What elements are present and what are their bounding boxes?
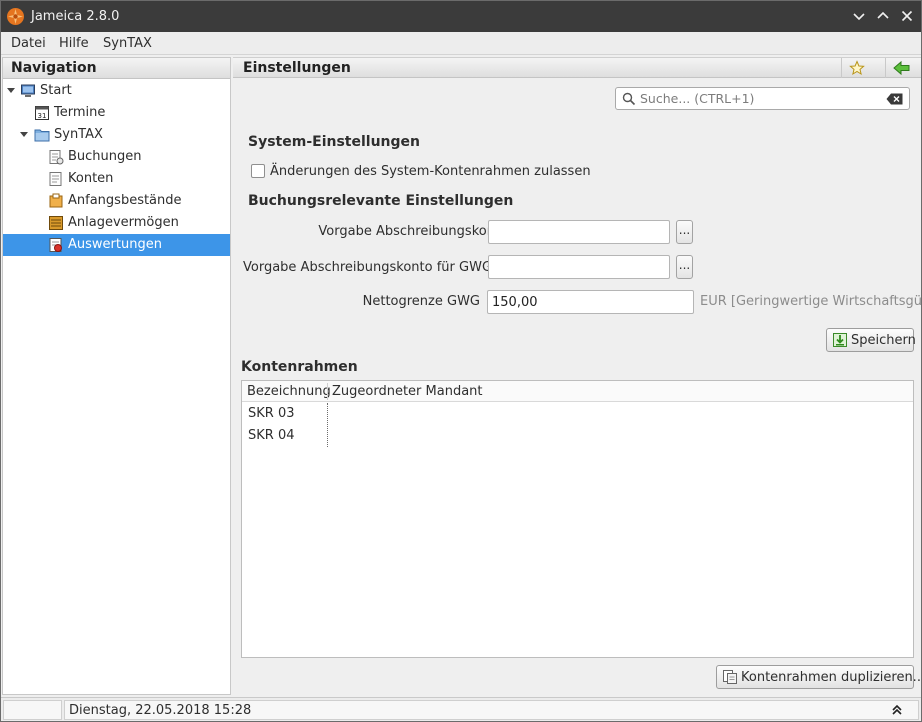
booking-settings-title: Buchungsrelevante Einstellungen	[248, 193, 514, 209]
kontenrahmen-table: Bezeichnung Zugeordneter Mandant SKR 03 …	[241, 380, 914, 658]
tree-item-buchungen[interactable]: Buchungen	[3, 146, 230, 168]
status-datetime: Dienstag, 22.05.2018 15:28	[69, 703, 252, 718]
duplicate-label: Kontenrahmen duplizieren...	[741, 670, 922, 685]
tree-item-start[interactable]: Start	[3, 80, 230, 102]
computer-icon	[21, 84, 35, 97]
tree-item-auswertungen[interactable]: Auswertungen	[3, 234, 230, 256]
system-settings-title: System-Einstellungen	[248, 134, 420, 150]
nettogrenze-hint: EUR [Geringwertige Wirtschaftsgüt	[700, 294, 922, 309]
status-cell-empty	[3, 700, 62, 720]
abschreibungskonto-label: Vorgabe Abschreibungskonto	[318, 224, 508, 239]
tree-label-auswertungen: Auswertungen	[68, 237, 162, 252]
app-window: Jameica 2.8.0 Datei Hilfe SynTAX Navigat…	[0, 0, 922, 722]
menu-hilfe[interactable]: Hilfe	[59, 36, 89, 51]
system-kontenrahmen-label: Änderungen des System-Kontenrahmen zulas…	[270, 164, 591, 179]
gwg-konto-browse-button[interactable]: ...	[676, 255, 693, 279]
tree-label-buchungen: Buchungen	[68, 149, 142, 164]
tree-item-konten[interactable]: Konten	[3, 168, 230, 190]
collapse-up-icon[interactable]	[891, 704, 903, 716]
copy-icon	[723, 670, 737, 684]
save-button[interactable]: Speichern	[826, 328, 916, 352]
page-title: Einstellungen	[243, 60, 351, 76]
title-bar: Jameica 2.8.0	[1, 1, 921, 32]
expand-arrow-icon[interactable]	[7, 88, 15, 93]
maximize-icon[interactable]	[874, 7, 892, 25]
close-icon[interactable]	[898, 7, 916, 25]
tree-label-konten: Konten	[68, 171, 114, 186]
bookmark-button[interactable]	[841, 58, 871, 78]
table-row[interactable]: SKR 03	[242, 403, 913, 425]
settings-header: Einstellungen	[233, 57, 921, 78]
tree-label-start: Start	[40, 83, 72, 98]
tree-item-termine[interactable]: 31 Termine	[3, 102, 230, 124]
tree-item-anlagevermoegen[interactable]: Anlagevermögen	[3, 212, 230, 234]
column-grid-line	[327, 403, 328, 447]
nettogrenze-field[interactable]: 150,00	[487, 290, 694, 314]
tree-label-syntax: SynTAX	[54, 127, 103, 142]
jameica-logo-icon	[7, 8, 24, 25]
table-cell-bezeichnung: SKR 04	[248, 428, 295, 443]
nettogrenze-label: Nettogrenze GWG	[362, 294, 480, 309]
fixed-assets-icon	[49, 216, 63, 230]
back-arrow-icon	[893, 60, 910, 76]
folder-icon	[34, 129, 50, 142]
column-divider[interactable]	[327, 383, 328, 400]
save-label: Speichern	[851, 333, 916, 348]
settings-panel: Einstellungen Suche... (CTRL+1) System-E…	[233, 57, 921, 695]
tree-item-anfangsbestaende[interactable]: Anfangsbestände	[3, 190, 230, 212]
search-input[interactable]: Suche... (CTRL+1)	[640, 91, 754, 106]
table-cell-bezeichnung: SKR 03	[248, 406, 295, 421]
abschreibungskonto-browse-button[interactable]: ...	[676, 220, 693, 244]
table-row[interactable]: SKR 04	[242, 425, 913, 447]
gwg-konto-label: Vorgabe Abschreibungskonto für GWG	[243, 260, 493, 275]
svg-text:31: 31	[38, 112, 47, 120]
duplicate-kontenrahmen-button[interactable]: Kontenrahmen duplizieren...	[716, 665, 921, 689]
tree-item-syntax[interactable]: SynTAX	[3, 124, 230, 146]
clear-search-icon[interactable]	[886, 93, 903, 105]
save-icon	[833, 333, 847, 347]
accounts-icon	[49, 172, 62, 186]
search-box[interactable]: Suche... (CTRL+1)	[615, 87, 910, 110]
tree-label-termine: Termine	[54, 105, 106, 120]
minimize-icon[interactable]	[850, 7, 868, 25]
calendar-icon: 31	[35, 106, 49, 120]
menu-syntax[interactable]: SynTAX	[103, 36, 152, 51]
navigation-panel: Navigation Start 31 Termine SynTAX Buchu…	[2, 57, 231, 695]
system-kontenrahmen-checkbox[interactable]	[251, 164, 265, 178]
menu-bar: Datei Hilfe SynTAX	[1, 32, 921, 55]
window-title: Jameica 2.8.0	[31, 9, 120, 24]
opening-balance-icon	[49, 193, 63, 208]
gwg-konto-field[interactable]	[488, 255, 670, 279]
column-header-bezeichnung[interactable]: Bezeichnung	[247, 384, 331, 399]
search-icon	[622, 92, 636, 106]
reports-icon	[49, 238, 62, 252]
status-bar: Dienstag, 22.05.2018 15:28	[1, 697, 921, 721]
expand-arrow-icon[interactable]	[20, 132, 28, 137]
column-header-mandant[interactable]: Zugeordneter Mandant	[332, 384, 483, 399]
tree-label-anlagevermoegen: Anlagevermögen	[68, 215, 179, 230]
abschreibungskonto-field[interactable]	[488, 220, 670, 244]
navigation-header: Navigation	[3, 58, 230, 79]
back-button[interactable]	[885, 58, 915, 78]
table-header: Bezeichnung Zugeordneter Mandant	[242, 381, 913, 402]
menu-datei[interactable]: Datei	[11, 36, 46, 51]
star-icon	[849, 60, 865, 76]
kontenrahmen-title: Kontenrahmen	[241, 359, 358, 375]
bookings-icon	[49, 150, 64, 165]
tree-label-anfangsbestaende: Anfangsbestände	[68, 193, 182, 208]
